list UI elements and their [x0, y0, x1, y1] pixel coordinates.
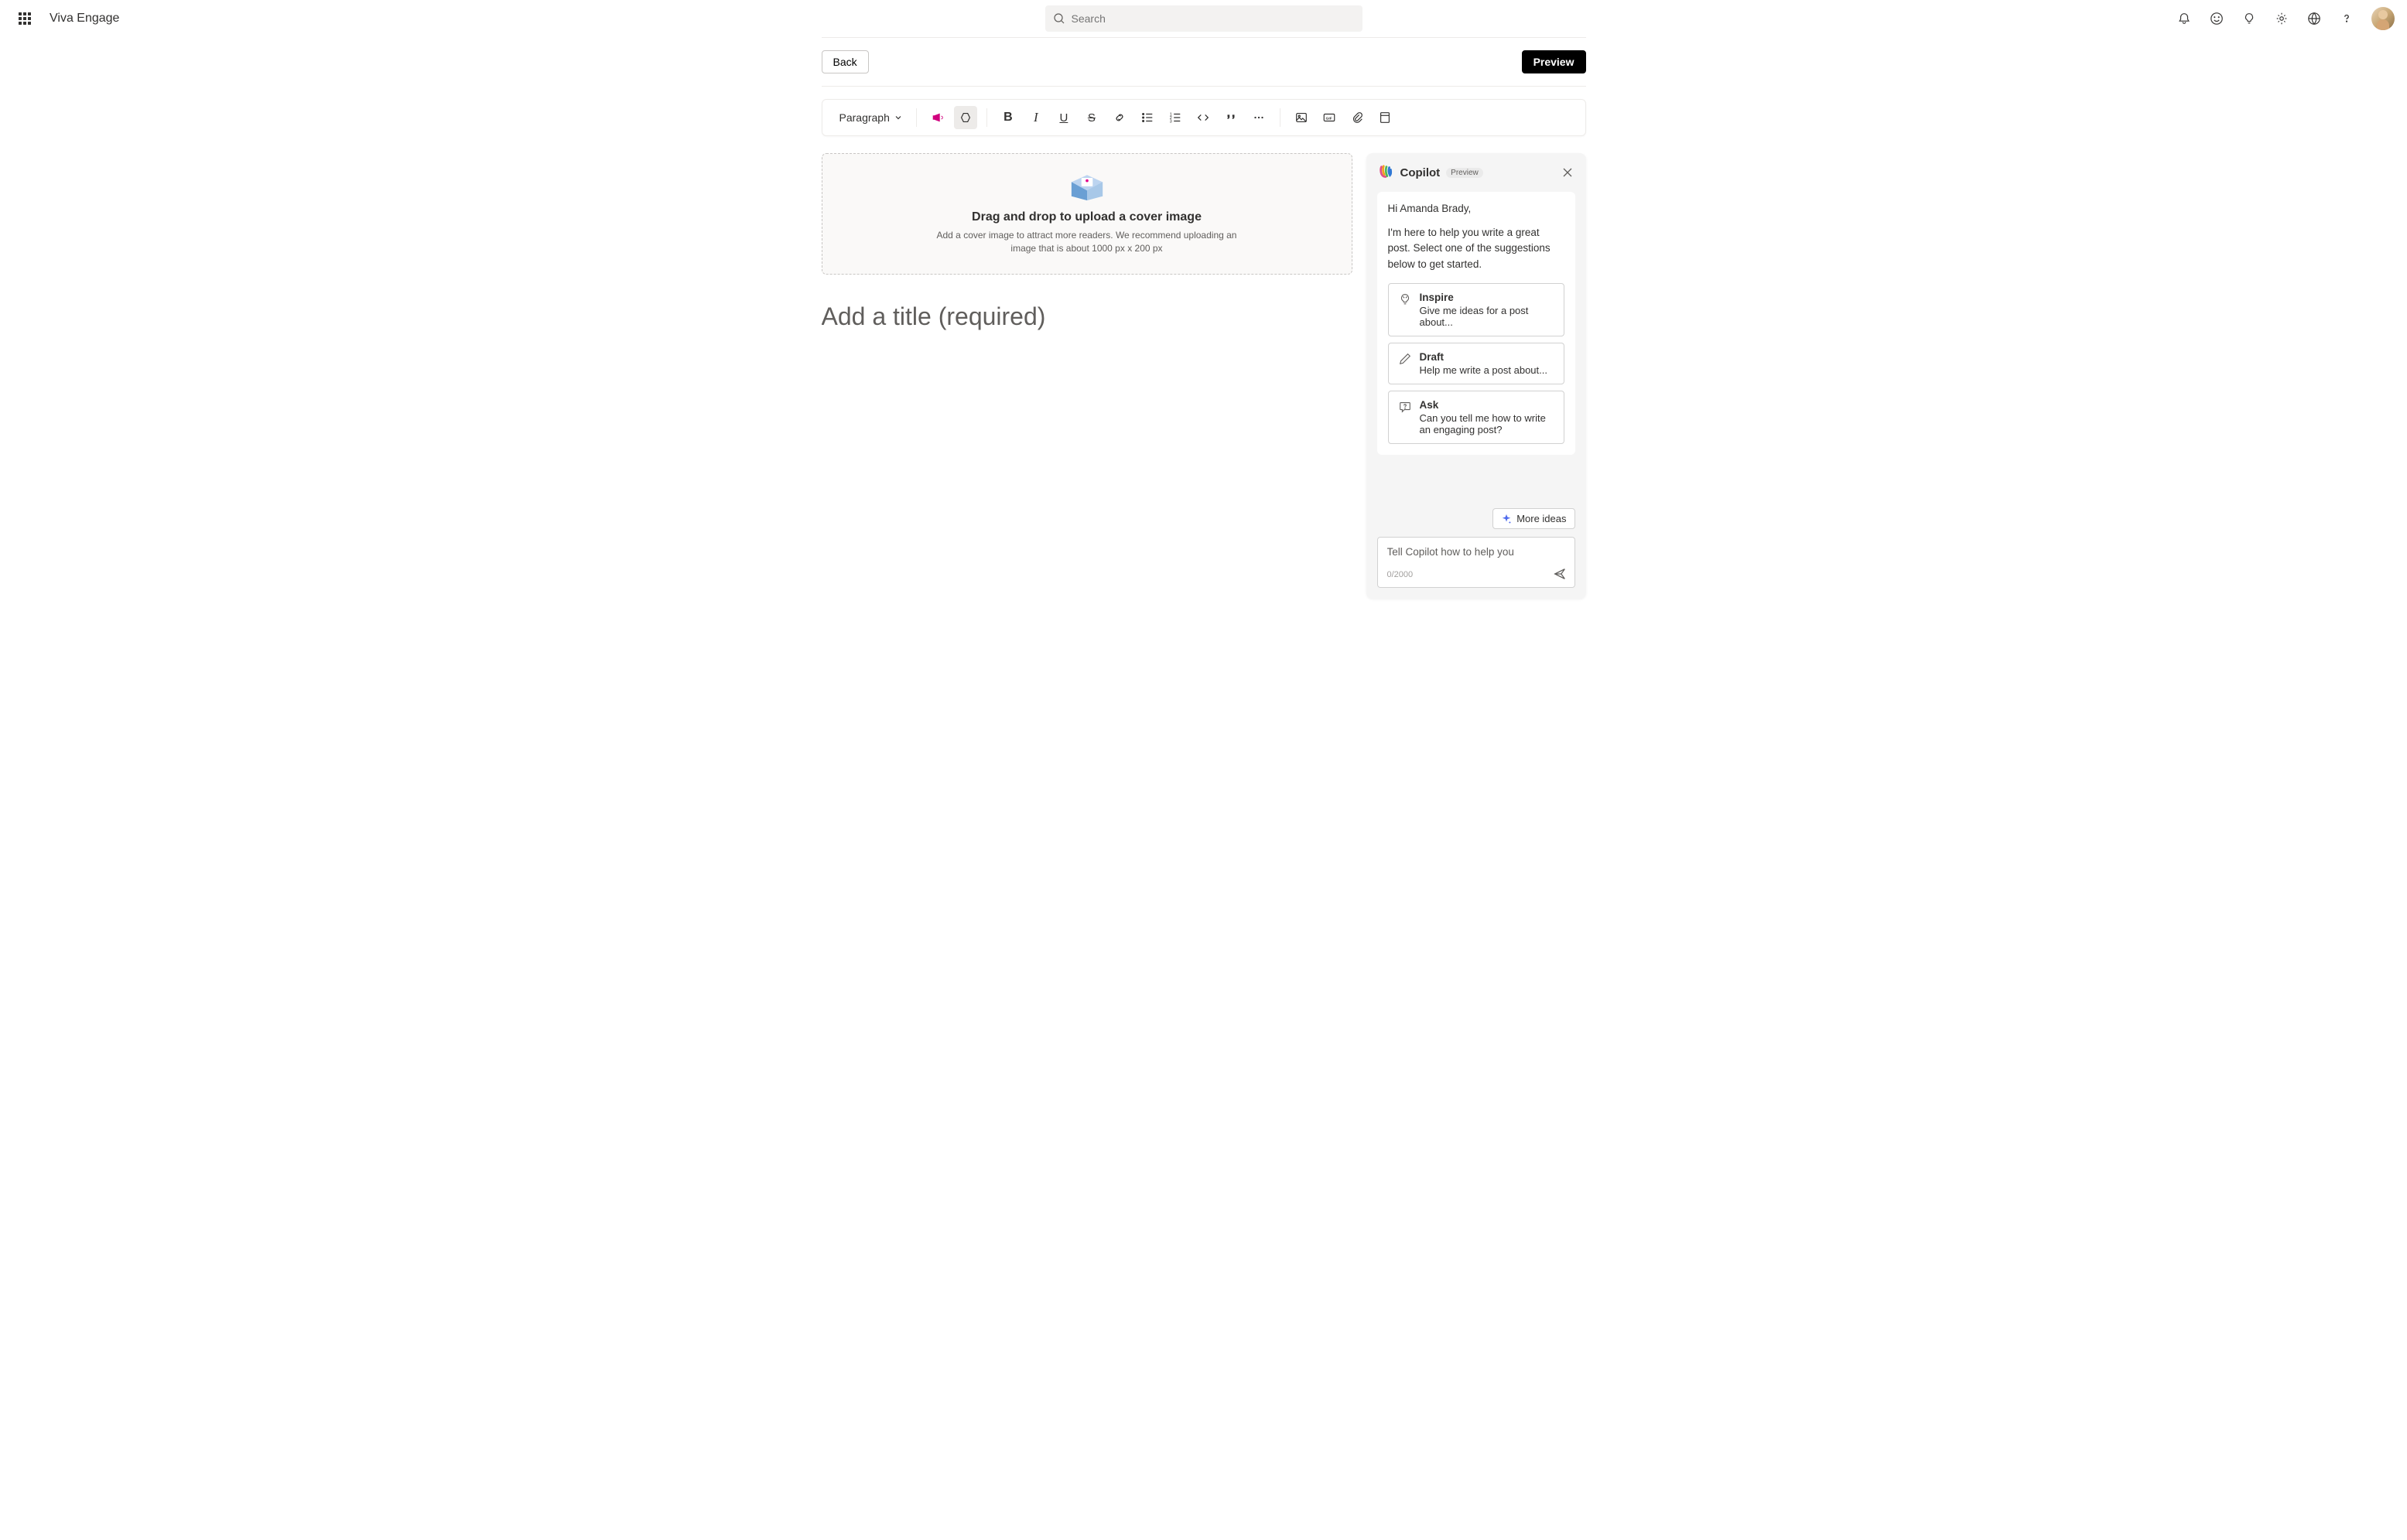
bullet-list-button[interactable]: [1136, 106, 1159, 129]
settings-icon[interactable]: [2274, 11, 2289, 26]
app-launcher-button[interactable]: [12, 6, 37, 31]
copilot-message-card: Hi Amanda Brady, I'm here to help you wr…: [1377, 192, 1575, 455]
suggestion-ask[interactable]: Ask Can you tell me how to write an enga…: [1388, 391, 1564, 444]
attachment-button[interactable]: [1345, 106, 1369, 129]
close-icon: [1562, 167, 1573, 178]
paragraph-style-label: Paragraph: [839, 111, 890, 124]
lightbulb-icon: [1398, 292, 1412, 306]
copilot-text-input[interactable]: [1387, 546, 1565, 558]
preview-button[interactable]: Preview: [1522, 50, 1586, 73]
app-title: Viva Engage: [50, 12, 119, 26]
search-container: [1045, 5, 1362, 32]
editor-main: Drag and drop to upload a cover image Ad…: [822, 153, 1352, 331]
help-icon[interactable]: [2339, 11, 2354, 26]
notifications-icon[interactable]: [2176, 11, 2192, 26]
copilot-toolbar-icon[interactable]: [954, 106, 977, 129]
suggestion-inspire[interactable]: Inspire Give me ideas for a post about..…: [1388, 283, 1564, 336]
suggestion-title: Inspire: [1420, 292, 1554, 303]
svg-text:3: 3: [1170, 119, 1172, 124]
copilot-logo-icon: [1377, 164, 1394, 181]
suggestion-desc: Can you tell me how to write an engaging…: [1420, 412, 1554, 435]
back-button[interactable]: Back: [822, 50, 869, 73]
pen-icon: [1398, 352, 1412, 366]
gif-button[interactable]: GIF: [1318, 106, 1341, 129]
header: Viva Engage: [0, 0, 2407, 37]
cover-subtitle: Add a cover image to attract more reader…: [932, 229, 1242, 255]
search-box[interactable]: [1045, 5, 1362, 32]
code-button[interactable]: [1192, 106, 1215, 129]
copilot-panel: Copilot Preview Hi Amanda Brady, I'm her…: [1366, 153, 1586, 599]
waffle-icon: [19, 12, 31, 25]
underline-button[interactable]: U: [1052, 106, 1075, 129]
suggestion-desc: Help me write a post about...: [1420, 364, 1554, 376]
bold-button[interactable]: B: [997, 106, 1020, 129]
suggestion-desc: Give me ideas for a post about...: [1420, 305, 1554, 328]
divider: [822, 86, 1586, 87]
more-ideas-button[interactable]: More ideas: [1492, 508, 1574, 529]
divider: [986, 108, 987, 127]
upload-illustration-icon: [1065, 169, 1109, 202]
header-actions: [2176, 7, 2395, 30]
chat-question-icon: [1398, 400, 1412, 414]
numbered-list-button[interactable]: 123: [1164, 106, 1187, 129]
send-button[interactable]: [1553, 567, 1567, 581]
copilot-title: Copilot: [1400, 166, 1441, 179]
suggestion-title: Draft: [1420, 351, 1554, 363]
close-button[interactable]: [1560, 165, 1575, 180]
divider-button[interactable]: [1373, 106, 1397, 129]
copilot-input-box: 0/2000: [1377, 537, 1575, 588]
paragraph-style-dropdown[interactable]: Paragraph: [835, 108, 907, 127]
copilot-intro: I'm here to help you write a great post.…: [1388, 225, 1564, 272]
svg-text:GIF: GIF: [1325, 116, 1332, 121]
link-button[interactable]: [1108, 106, 1131, 129]
globe-icon[interactable]: [2306, 11, 2322, 26]
char-count: 0/2000: [1387, 570, 1565, 579]
copilot-badge: Preview: [1446, 168, 1483, 178]
cover-title: Drag and drop to upload a cover image: [838, 210, 1336, 224]
divider: [916, 108, 917, 127]
announcement-icon[interactable]: [926, 106, 949, 129]
chevron-down-icon: [894, 114, 902, 121]
suggestion-draft[interactable]: Draft Help me write a post about...: [1388, 343, 1564, 384]
avatar[interactable]: [2371, 7, 2395, 30]
more-ideas-label: More ideas: [1516, 513, 1566, 524]
quote-button[interactable]: [1219, 106, 1243, 129]
copilot-header: Copilot Preview: [1377, 164, 1575, 181]
title-input[interactable]: [822, 302, 1352, 331]
action-row: Back Preview: [822, 50, 1586, 73]
search-icon: [1053, 12, 1065, 25]
divider: [822, 37, 1586, 38]
search-input[interactable]: [1072, 12, 1355, 25]
suggestion-title: Ask: [1420, 399, 1554, 411]
cover-upload-zone[interactable]: Drag and drop to upload a cover image Ad…: [822, 153, 1352, 275]
toolbar: Paragraph B I U S: [822, 99, 1586, 136]
more-options-button[interactable]: [1247, 106, 1270, 129]
image-button[interactable]: [1290, 106, 1313, 129]
emoji-icon[interactable]: [2209, 11, 2224, 26]
sparkle-icon: [1501, 514, 1512, 524]
ideas-icon[interactable]: [2241, 11, 2257, 26]
strikethrough-button[interactable]: S: [1080, 106, 1103, 129]
italic-button[interactable]: I: [1024, 106, 1048, 129]
copilot-greeting: Hi Amanda Brady,: [1388, 203, 1564, 214]
